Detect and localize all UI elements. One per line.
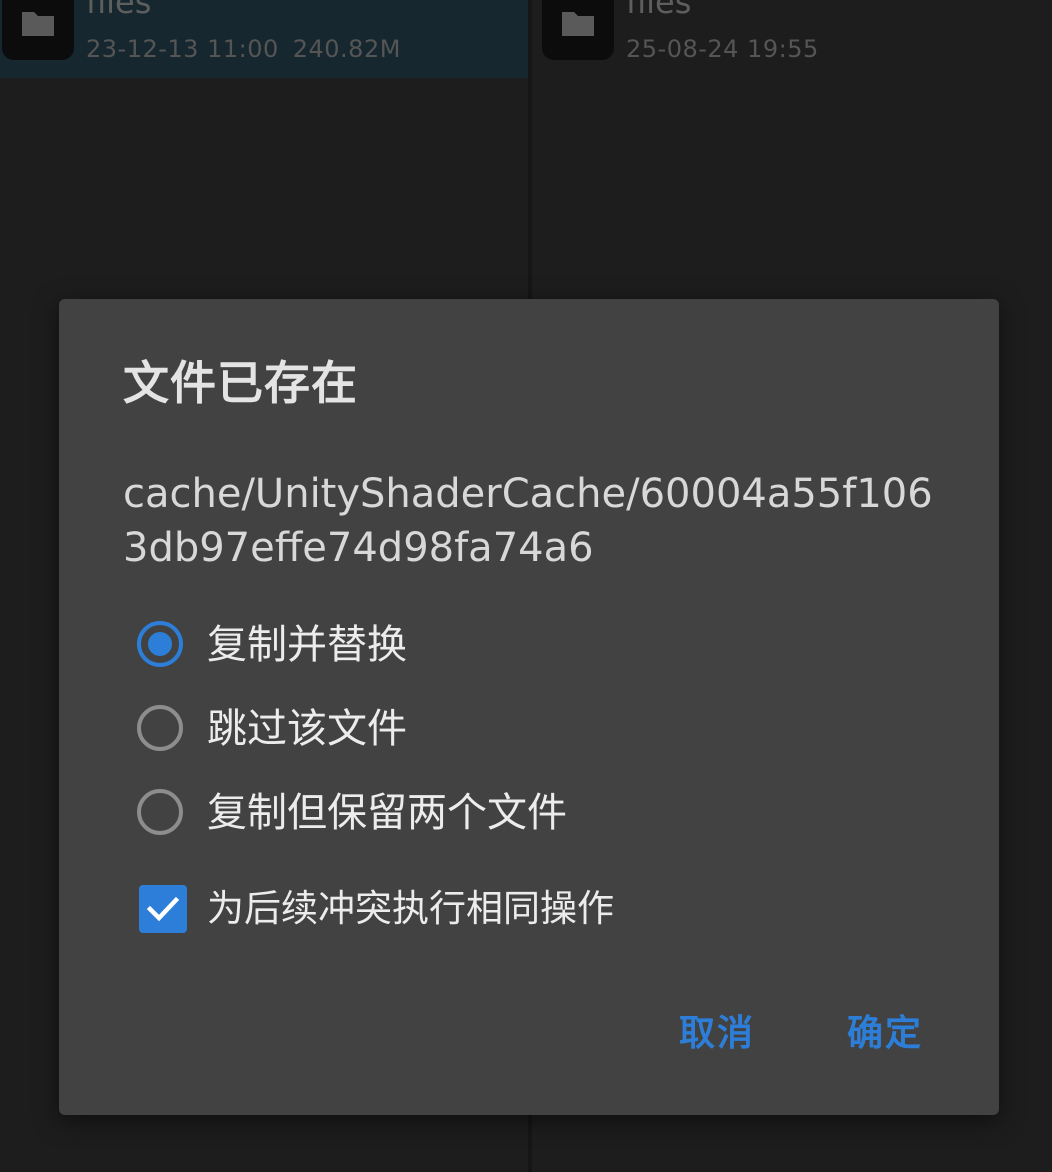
apply-to-all-checkbox[interactable] <box>139 885 187 933</box>
cancel-button[interactable]: 取消 <box>679 1009 755 1059</box>
file-meta: 23-12-13 11:00 240.82M <box>86 34 401 64</box>
file-row[interactable]: files 25-08-24 19:55 <box>532 0 1052 78</box>
file-meta: 25-08-24 19:55 <box>626 34 819 64</box>
radio-button[interactable] <box>137 789 183 835</box>
file-manager-screen: files 23-12-13 11:00 240.82M files 25-08-… <box>0 0 1052 1172</box>
apply-to-all-label: 为后续冲突执行相同操作 <box>207 887 614 930</box>
file-name: files <box>86 0 152 21</box>
file-exists-dialog: 文件已存在 cache/UnityShaderCache/60004a55f10… <box>59 299 999 1115</box>
folder-icon <box>542 0 614 60</box>
apply-to-all-row[interactable]: 为后续冲突执行相同操作 <box>139 883 839 939</box>
option-label: 复制并替换 <box>207 622 407 668</box>
file-row-selected[interactable]: files 23-12-13 11:00 240.82M <box>0 0 528 78</box>
dialog-title: 文件已存在 <box>123 356 358 410</box>
file-name: files <box>626 0 692 21</box>
option-label: 复制但保留两个文件 <box>207 790 567 836</box>
conflict-file-path: cache/UnityShaderCache/60004a55f1063db97… <box>123 471 933 571</box>
file-date: 23-12-13 11:00 <box>86 35 279 63</box>
checkmark-icon <box>146 896 180 922</box>
confirm-button[interactable]: 确定 <box>847 1009 923 1059</box>
option-copy-replace[interactable]: 复制并替换 <box>137 617 837 677</box>
option-skip-file[interactable]: 跳过该文件 <box>137 701 837 761</box>
folder-icon <box>2 0 74 60</box>
option-keep-both[interactable]: 复制但保留两个文件 <box>137 785 837 845</box>
file-size: 240.82M <box>292 35 401 63</box>
radio-button[interactable] <box>137 705 183 751</box>
option-label: 跳过该文件 <box>207 706 407 752</box>
radio-button-selected[interactable] <box>137 621 183 667</box>
file-date: 25-08-24 19:55 <box>626 35 819 63</box>
